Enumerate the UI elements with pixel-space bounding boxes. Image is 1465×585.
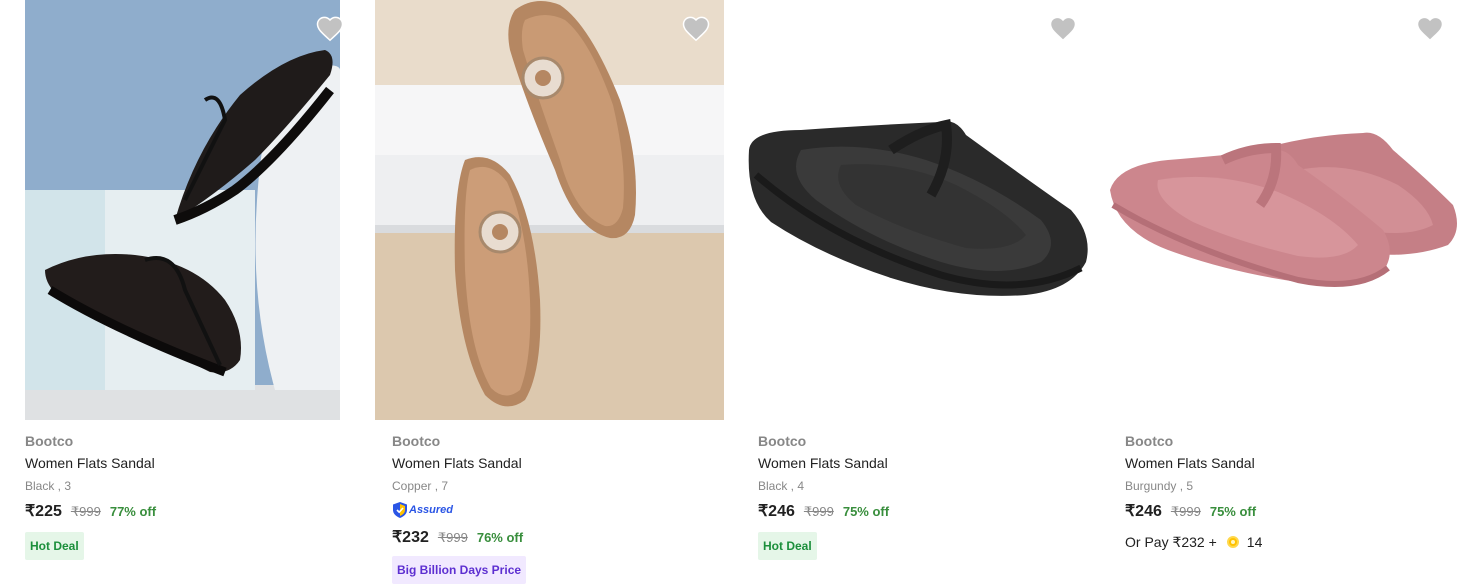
product-info: Bootco Women Flats Sandal Copper , 7 Ass… — [392, 432, 527, 584]
product-title[interactable]: Women Flats Sandal — [1125, 453, 1262, 473]
product-brand: Bootco — [25, 433, 74, 449]
product-info: Bootco Women Flats Sandal Black , 3 ₹225… — [25, 432, 156, 560]
discount-percent: 75% off — [1209, 504, 1257, 519]
selling-price: ₹246 — [1125, 503, 1162, 520]
wishlist-heart-icon[interactable] — [681, 14, 711, 44]
supercoin-pay-row: Or Pay ₹232 + 14 — [1125, 532, 1262, 552]
product-info: Bootco Women Flats Sandal Black , 4 ₹246… — [758, 432, 889, 560]
selling-price: ₹232 — [392, 529, 429, 546]
price-row: ₹225 ₹999 77% off — [25, 501, 156, 521]
discount-percent: 76% off — [476, 530, 524, 545]
product-image[interactable] — [741, 0, 1090, 420]
product-brand: Bootco — [1125, 433, 1174, 449]
assured-badge: Assured — [392, 501, 526, 519]
product-image[interactable] — [375, 0, 724, 420]
product-image[interactable] — [1108, 0, 1458, 420]
wishlist-heart-icon[interactable] — [315, 14, 345, 44]
product-title[interactable]: Women Flats Sandal — [758, 453, 889, 473]
product-variant: Black , 3 — [25, 479, 72, 493]
price-row: ₹246 ₹999 75% off — [1125, 501, 1262, 521]
original-price: ₹999 — [437, 530, 468, 545]
product-info: Bootco Women Flats Sandal Burgundy , 5 ₹… — [1125, 432, 1262, 552]
product-brand: Bootco — [758, 433, 807, 449]
wishlist-heart-icon[interactable] — [1048, 14, 1078, 44]
wishlist-heart-icon[interactable] — [1415, 14, 1445, 44]
selling-price: ₹246 — [758, 503, 795, 520]
supercoin-count: 14 — [1246, 534, 1263, 550]
big-billion-days-badge: Big Billion Days Price — [392, 556, 527, 584]
original-price: ₹999 — [1170, 504, 1201, 519]
product-title[interactable]: Women Flats Sandal — [25, 453, 156, 473]
product-card[interactable]: Bootco Women Flats Sandal Black , 3 ₹225… — [25, 0, 355, 585]
assured-shield-icon — [393, 502, 407, 518]
product-card[interactable]: Bootco Women Flats Sandal Burgundy , 5 ₹… — [1108, 0, 1458, 585]
original-price: ₹999 — [70, 504, 101, 519]
pay-prefix: Or Pay ₹232 + — [1125, 533, 1217, 550]
product-card[interactable]: Bootco Women Flats Sandal Copper , 7 Ass… — [375, 0, 725, 585]
supercoin-icon — [1226, 536, 1239, 548]
product-variant: Black , 4 — [758, 479, 805, 493]
original-price: ₹999 — [803, 504, 834, 519]
selling-price: ₹225 — [25, 503, 62, 520]
product-image[interactable] — [25, 0, 340, 420]
assured-label: Assured — [409, 504, 454, 516]
discount-percent: 75% off — [842, 504, 890, 519]
product-card[interactable]: Bootco Women Flats Sandal Black , 4 ₹246… — [741, 0, 1091, 585]
product-title[interactable]: Women Flats Sandal — [392, 453, 526, 473]
discount-percent: 77% off — [109, 504, 157, 519]
price-row: ₹246 ₹999 75% off — [758, 501, 889, 521]
price-row: ₹232 ₹999 76% off — [392, 527, 526, 547]
product-variant: Copper , 7 — [392, 479, 449, 493]
product-brand: Bootco — [392, 433, 441, 449]
hot-deal-badge: Hot Deal — [25, 532, 84, 560]
product-variant: Burgundy , 5 — [1125, 479, 1194, 493]
hot-deal-badge: Hot Deal — [758, 532, 817, 560]
